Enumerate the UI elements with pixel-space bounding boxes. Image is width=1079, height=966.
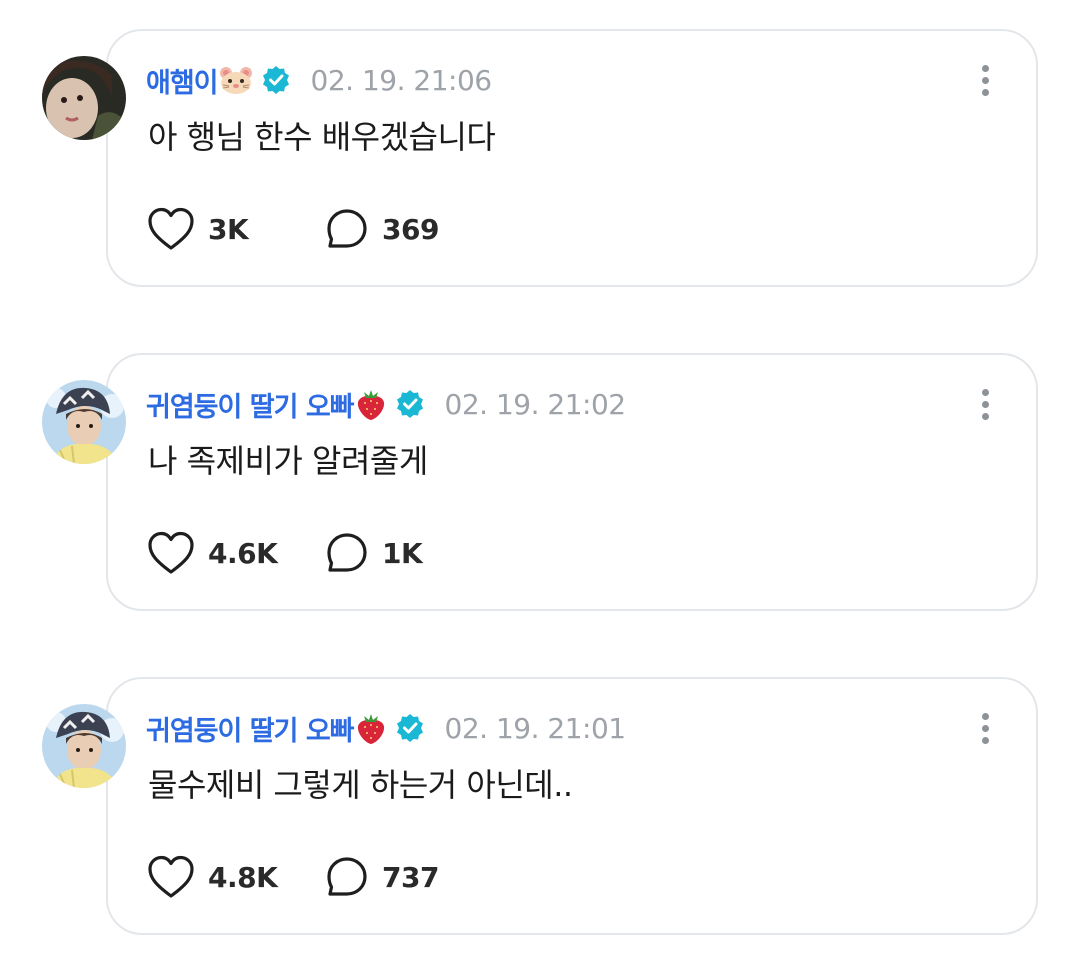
comment-button[interactable]: 369 [324,206,439,252]
more-options-button[interactable] [968,60,1002,100]
like-count: 3K [208,212,249,246]
speech-bubble-outline-icon [327,209,367,248]
heart-outline-icon [148,855,194,898]
post-text: 물수제비 그렇게 하는거 아닌데.. [148,766,573,804]
speech-bubble-outline-icon [327,533,367,572]
post-text: 나 족제비가 알려줄게 [148,442,428,480]
comment-count: 737 [382,860,439,894]
like-button[interactable]: 3K [146,206,324,252]
avatar[interactable] [42,704,126,788]
post-timestamp: 02. 19. 21:06 [310,63,493,97]
vertical-ellipsis-icon [981,388,989,396]
heart-outline-icon [148,531,194,574]
post-header: 귀염둥이 딸기 오빠 02. 19. 21:01 [146,708,626,748]
strawberry-emoji [355,711,387,745]
like-button[interactable]: 4.6K [146,530,324,576]
like-count: 4.8K [208,860,278,894]
comment-button[interactable]: 737 [324,854,439,900]
like-count: 4.6K [208,536,278,570]
strawberry-emoji [355,387,387,421]
post-actions: 4.8K 737 [146,854,439,900]
verified-check-badge-icon [395,389,425,419]
vertical-ellipsis-icon [981,712,989,720]
like-button[interactable]: 4.8K [146,854,324,900]
post-header: 귀염둥이 딸기 오빠 02. 19. 21:02 [146,384,626,424]
comment-button[interactable]: 1K [324,530,423,576]
author-name[interactable]: 귀염둥이 딸기 오빠 [146,385,355,424]
vertical-ellipsis-icon [981,64,989,72]
post-timestamp: 02. 19. 21:01 [444,711,627,745]
post-timestamp: 02. 19. 21:02 [444,387,627,421]
heart-outline-icon [148,207,194,250]
comment-count: 369 [382,212,439,246]
verified-check-badge-icon [261,65,291,95]
author-name[interactable]: 애햄이 [146,61,219,100]
post-actions: 4.6K 1K [146,530,423,576]
more-options-button[interactable] [968,708,1002,748]
post-text: 아 행님 한수 배우겠습니다 [148,118,496,156]
more-options-button[interactable] [968,384,1002,424]
verified-check-badge-icon [395,713,425,743]
post-actions: 3K 369 [146,206,439,252]
hamster-face-emoji [219,65,253,95]
author-name[interactable]: 귀염둥이 딸기 오빠 [146,709,355,748]
post-header: 애햄이 02. 19. 21:06 [146,60,492,100]
comment-count: 1K [382,536,423,570]
avatar[interactable] [42,380,126,464]
speech-bubble-outline-icon [327,857,367,896]
avatar[interactable] [42,56,126,140]
